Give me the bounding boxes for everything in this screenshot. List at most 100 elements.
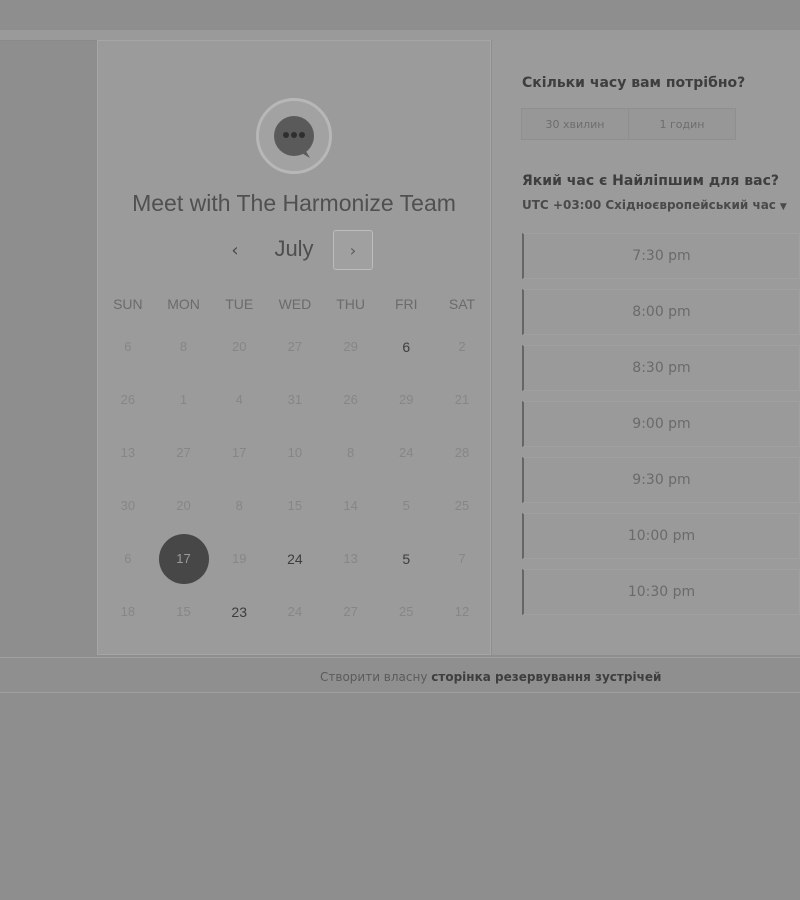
calendar-day: 26	[323, 373, 379, 426]
calendar-day-number: 15	[287, 498, 303, 513]
calendar-day: 8	[156, 320, 212, 373]
calendar-day: 31	[267, 373, 323, 426]
time-slot[interactable]: 9:30 pm	[522, 457, 800, 503]
calendar-week: 6 8 20 27 29 6 2	[100, 320, 490, 373]
calendar-day: 15	[156, 585, 212, 638]
calendar-day-number: 6	[402, 338, 411, 355]
weekday-label: MON	[167, 296, 200, 312]
weekday-label: FRI	[395, 296, 418, 312]
timezone-selector[interactable]: UTC +03:00 Східноєвропейський час ▼	[522, 198, 787, 212]
weekday-label: SUN	[113, 296, 143, 312]
calendar-week: 18 15 23 24 27 25 12	[100, 585, 490, 638]
calendar-day-number: 13	[120, 445, 136, 460]
calendar-day: 8	[323, 426, 379, 479]
timezone-label: UTC +03:00 Східноєвропейський час	[522, 198, 776, 212]
calendar-day: 30	[100, 479, 156, 532]
calendar-day: 4	[211, 373, 267, 426]
weekday-label: WED	[278, 296, 312, 312]
calendar-day: 2	[434, 320, 490, 373]
calendar-day-number: 23	[231, 603, 247, 620]
calendar-day: 26	[100, 373, 156, 426]
calendar-day-number: 30	[120, 498, 136, 513]
time-slot[interactable]: 10:00 pm	[522, 513, 800, 559]
calendar-day-number: 24	[287, 550, 303, 567]
time-slot[interactable]: 7:30 pm	[522, 233, 800, 279]
calendar-day-number: 7	[458, 551, 466, 566]
calendar-day: 20	[211, 320, 267, 373]
month-label: July	[274, 236, 314, 261]
calendar-day-number: 25	[399, 604, 414, 619]
calendar-day: 12	[434, 585, 490, 638]
calendar-day[interactable]: 17	[156, 532, 212, 585]
create-booking-page-link[interactable]: сторінка резервування зустрічей	[431, 670, 661, 684]
calendar-day-number: 28	[454, 445, 470, 460]
calendar-day-number: 13	[343, 551, 358, 566]
time-slot[interactable]: 9:00 pm	[522, 401, 800, 447]
footer-prefix: Створити власну	[320, 670, 428, 684]
duration-option-1-hour[interactable]: 1 годин	[628, 109, 735, 139]
calendar-day-number: 29	[399, 392, 414, 407]
calendar-day: 6	[100, 320, 156, 373]
previous-month-button[interactable]: ‹	[220, 230, 250, 270]
calendar-day: 5	[378, 479, 434, 532]
calendar-day: 15	[267, 479, 323, 532]
weekday-label: THU	[336, 296, 365, 312]
weekday-header: SUN MON TUE WED THU FRI SAT	[100, 290, 490, 320]
calendar-day: 8	[211, 479, 267, 532]
calendar-day-number: 17	[231, 445, 247, 460]
calendar-day[interactable]: 24	[267, 532, 323, 585]
calendar-day-number: 27	[287, 339, 303, 354]
next-month-button[interactable]: ›	[333, 230, 373, 270]
calendar-day-number: 5	[402, 550, 411, 567]
calendar-day: 7	[434, 532, 490, 585]
calendar-day: 19	[211, 532, 267, 585]
calendar-day: 17	[211, 426, 267, 479]
calendar-day-number: 26	[120, 392, 136, 407]
calendar-day[interactable]: 23	[211, 585, 267, 638]
calendar-day[interactable]: 6	[378, 320, 434, 373]
team-avatar	[256, 98, 332, 174]
chevron-left-icon: ‹	[231, 239, 239, 261]
calendar-day: 13	[100, 426, 156, 479]
calendar-day-number: 19	[231, 551, 247, 566]
time-slot[interactable]: 8:00 pm	[522, 289, 800, 335]
duration-question: Скільки часу вам потрібно?	[522, 75, 746, 91]
calendar-day: 18	[100, 585, 156, 638]
calendar-day: 25	[434, 479, 490, 532]
calendar-day[interactable]: 5	[378, 532, 434, 585]
calendar-day-number: 29	[343, 339, 358, 354]
calendar-day: 10	[267, 426, 323, 479]
calendar-day: 14	[323, 479, 379, 532]
calendar-day-number: 8	[179, 339, 188, 354]
time-slot[interactable]: 8:30 pm	[522, 345, 800, 391]
calendar-week: 6 17 19 24 13 5 7	[100, 532, 490, 585]
calendar-day-number: 24	[287, 604, 303, 619]
calendar-day-number: 27	[343, 604, 358, 619]
calendar-day: 25	[378, 585, 434, 638]
chat-bubble-logo-icon	[274, 116, 314, 158]
calendar-day-number: 27	[176, 445, 191, 460]
calendar-day-number: 1	[179, 392, 188, 407]
calendar-weeks: 6 8 20 27 29 6 2 26 1 4 31 26 29 21 13 27 17 10 8 24 28 30 20 8…	[100, 320, 490, 638]
calendar-day-number: 2	[458, 339, 466, 354]
time-slot[interactable]: 10:30 pm	[522, 569, 800, 615]
calendar-day-number: 10	[287, 445, 303, 460]
calendar-day: 29	[323, 320, 379, 373]
time-question: Який час є Найліпшим для вас?	[522, 173, 780, 189]
calendar-week: 30 20 8 15 14 5 25	[100, 479, 490, 532]
duration-option-30-min[interactable]: 30 хвилин	[522, 109, 628, 139]
calendar-week: 26 1 4 31 26 29 21	[100, 373, 490, 426]
duration-selector: 30 хвилин 1 годин	[521, 108, 736, 140]
calendar-day: 21	[434, 373, 490, 426]
calendar-day: 13	[323, 532, 379, 585]
meeting-title: Meet with The Harmonize Team	[132, 190, 456, 216]
calendar-day: 27	[156, 426, 212, 479]
calendar-day-number: 25	[454, 498, 470, 513]
calendar-day-number: 6	[124, 551, 132, 566]
calendar-day-number: 14	[343, 498, 358, 513]
calendar-day-number: 31	[287, 392, 303, 407]
calendar-day-number: 8	[346, 445, 355, 460]
calendar-day-number: 6	[124, 339, 132, 354]
calendar-day: 27	[267, 320, 323, 373]
calendar-day-number: 17	[158, 533, 209, 584]
